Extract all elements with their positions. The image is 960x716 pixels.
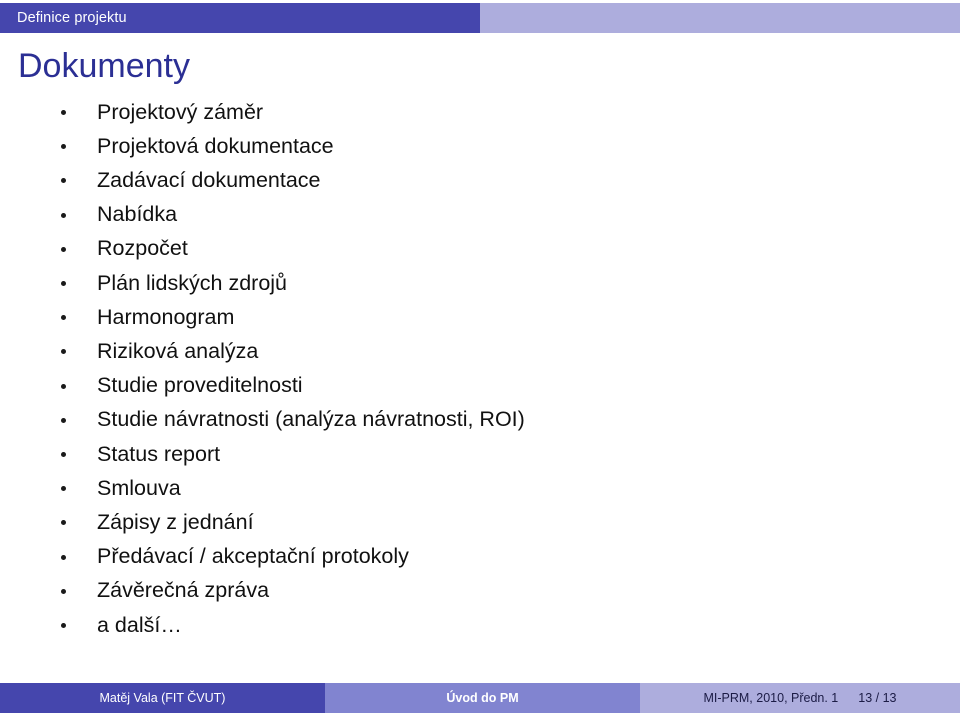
list-item-label: Zadávací dokumentace <box>97 168 321 193</box>
list-item-label: Smlouva <box>97 475 181 500</box>
footer-author-segment: Matěj Vala (FIT ČVUT) <box>0 683 325 713</box>
list-item: Nabídka <box>0 198 960 232</box>
bullet-dot-icon <box>61 520 66 526</box>
list-item-label: Předávací / akceptační protokoly <box>97 544 409 569</box>
bullet-dot-icon <box>61 417 66 423</box>
list-item-label: Riziková analýza <box>97 339 259 364</box>
bullet-dot-icon <box>61 246 66 252</box>
section-title-label: Definice projektu <box>17 9 127 26</box>
bullet-dot-icon <box>61 451 66 457</box>
list-item: Zápisy z jednání <box>0 505 960 539</box>
list-item-label: Harmonogram <box>97 304 235 329</box>
bullet-dot-icon <box>61 110 66 116</box>
list-item: Smlouva <box>0 471 960 505</box>
list-item-label: Závěrečná zpráva <box>97 578 270 603</box>
bullet-dot-icon <box>61 622 66 628</box>
list-item-label: Projektová dokumentace <box>97 133 334 158</box>
list-item: a další… <box>0 608 960 642</box>
list-item-label: Zápisy z jednání <box>97 509 254 534</box>
bullet-dot-icon <box>61 588 66 594</box>
bullet-dot-icon <box>61 554 66 560</box>
list-item: Závěrečná zpráva <box>0 574 960 608</box>
list-item-label: Plán lidských zdrojů <box>97 270 288 295</box>
list-item-label: Nabídka <box>97 202 178 227</box>
footer-course-segment: Úvod do PM <box>325 683 640 713</box>
list-item: Projektový záměr <box>0 95 960 129</box>
list-item-label: a další… <box>97 612 182 637</box>
list-item: Studie návratnosti (analýza návratnosti,… <box>0 403 960 437</box>
footer-author-label: Matěj Vala (FIT ČVUT) <box>99 691 226 705</box>
bullet-dot-icon <box>61 178 66 184</box>
list-item-label: Projektový záměr <box>97 99 264 124</box>
footer-meta-segment: MI-PRM, 2010, Předn. 1 13 / 13 <box>640 683 960 713</box>
bullet-dot-icon <box>61 315 66 321</box>
list-item: Plán lidských zdrojů <box>0 266 960 300</box>
slide-content-area: Dokumenty Projektový záměr Projektová do… <box>0 33 960 678</box>
slide-footer-band: Matěj Vala (FIT ČVUT) Úvod do PM MI-PRM,… <box>0 683 960 713</box>
list-item: Harmonogram <box>0 300 960 334</box>
list-item-label: Rozpočet <box>97 236 188 261</box>
list-item-label: Status report <box>97 441 221 466</box>
list-item: Zadávací dokumentace <box>0 163 960 197</box>
bullet-dot-icon <box>61 349 66 355</box>
slide-header-band: Definice projektu <box>0 3 960 33</box>
list-item: Status report <box>0 437 960 471</box>
list-item-label: Studie návratnosti (analýza návratnosti,… <box>97 407 525 432</box>
footer-course-label: Úvod do PM <box>446 691 519 705</box>
list-item: Rozpočet <box>0 232 960 266</box>
bullet-dot-icon <box>61 281 66 287</box>
list-item-label: Studie proveditelnosti <box>97 373 303 398</box>
footer-page-number: 13 / 13 <box>858 691 897 705</box>
footer-lecture-reference: MI-PRM, 2010, Předn. 1 <box>703 691 839 705</box>
header-accent-block <box>480 3 960 33</box>
list-item: Předávací / akceptační protokoly <box>0 539 960 573</box>
bullet-dot-icon <box>61 144 66 150</box>
list-item: Riziková analýza <box>0 334 960 368</box>
page-title: Dokumenty <box>18 47 190 85</box>
list-item: Studie proveditelnosti <box>0 369 960 403</box>
bullet-dot-icon <box>61 383 66 389</box>
bullet-dot-icon <box>61 212 66 218</box>
documents-bullet-list: Projektový záměr Projektová dokumentace … <box>0 95 960 642</box>
list-item: Projektová dokumentace <box>0 129 960 163</box>
bullet-dot-icon <box>61 486 66 492</box>
section-title-block: Definice projektu <box>0 3 480 33</box>
